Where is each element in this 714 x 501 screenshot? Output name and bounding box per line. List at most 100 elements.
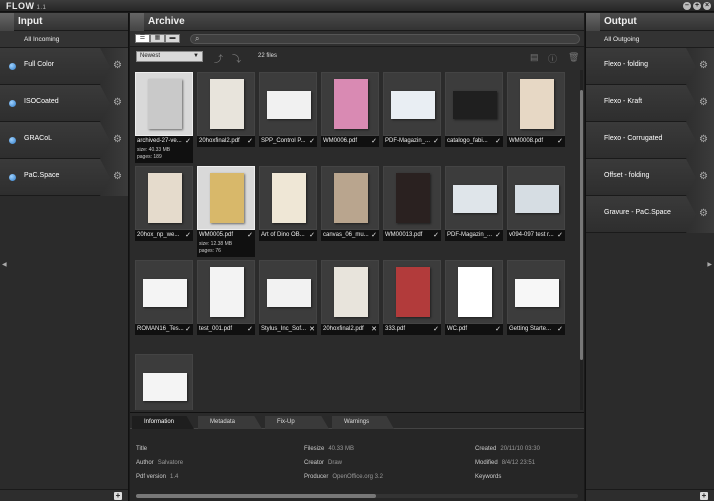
file-tile[interactable]: canvas_06_mu... ✓ (321, 166, 379, 241)
close-icon[interactable]: × (703, 2, 711, 10)
file-thumbnail[interactable] (135, 260, 193, 324)
tab-warnings[interactable]: Warnings (332, 416, 394, 429)
output-collapse-tab[interactable] (586, 13, 600, 31)
search-input[interactable] (205, 35, 575, 43)
input-flow-item[interactable]: PaC.Space ⚙ (0, 159, 128, 196)
file-thumbnail[interactable] (135, 72, 193, 136)
file-thumbnail[interactable] (197, 72, 255, 136)
flow-label: Full Color (24, 61, 54, 68)
file-tile[interactable]: v094-097 test r... ✓ (507, 166, 565, 241)
output-flow-item[interactable]: Flexo - Corrugated ⚙ (586, 122, 714, 159)
gear-icon[interactable]: ⚙ (113, 97, 122, 108)
file-tile[interactable]: ROMAN16_Tes... ✓ (135, 260, 193, 335)
document-preview (334, 79, 368, 129)
file-thumbnail[interactable] (259, 72, 317, 136)
vertical-scrollbar[interactable] (580, 70, 583, 410)
gear-icon[interactable]: ⚙ (699, 97, 708, 108)
file-thumbnail[interactable] (507, 72, 565, 136)
file-thumbnail[interactable] (445, 166, 503, 230)
output-flow-item[interactable]: Offset - folding ⚙ (586, 159, 714, 196)
file-tile[interactable]: WC.pdf ✓ (445, 260, 503, 335)
add-output-flow-button[interactable]: + (700, 492, 708, 500)
file-tile[interactable]: WM0008.pdf ✓ (507, 72, 565, 147)
export-icon[interactable]: ⤴ (214, 52, 223, 65)
output-flow-item[interactable]: Flexo - Kraft ⚙ (586, 85, 714, 122)
file-thumbnail[interactable] (135, 166, 193, 230)
scrollbar-thumb[interactable] (580, 90, 583, 360)
check-icon: ✓ (185, 326, 191, 333)
grid-view-icon[interactable]: ▦ (150, 34, 165, 43)
file-thumbnail[interactable] (135, 354, 193, 410)
file-thumbnail[interactable] (321, 166, 379, 230)
file-tile[interactable]: catalogo_fabi... ✓ (445, 72, 503, 147)
maximize-icon[interactable]: + (693, 2, 701, 10)
file-tile[interactable] (135, 354, 193, 410)
file-thumbnail[interactable] (383, 260, 441, 324)
remove-from-flow-icon[interactable]: ⤵ (232, 52, 241, 65)
file-tile[interactable]: 20hoxfinal2.pdf ✓ (197, 72, 255, 147)
trash-icon[interactable]: 🗑 (568, 52, 579, 63)
file-thumbnail[interactable] (383, 72, 441, 136)
all-incoming-item[interactable]: All Incoming (0, 31, 128, 48)
file-thumbnail[interactable] (321, 260, 379, 324)
file-thumbnail[interactable] (259, 166, 317, 230)
file-tile[interactable]: 20hoxfinal2.pdf ✕ (321, 260, 379, 335)
file-tile[interactable]: Art of Dino OB... ✓ (259, 166, 317, 241)
file-tile[interactable]: Getting Starte... ✓ (507, 260, 565, 335)
field-value: 20/11/10 03:30 (500, 446, 540, 452)
file-tile[interactable]: WM0005.pdf ✓ size: 12.38 MB pages: 76 (197, 166, 255, 257)
gear-icon[interactable]: ⚙ (113, 60, 122, 71)
document-icon[interactable]: ▤ (530, 52, 539, 63)
file-thumbnail[interactable] (321, 72, 379, 136)
tab-metadata[interactable]: Metadata (198, 416, 262, 429)
file-thumbnail[interactable] (197, 260, 255, 324)
file-thumbnail[interactable] (445, 260, 503, 324)
tab-information[interactable]: Information (132, 416, 194, 429)
minimize-icon[interactable]: – (683, 2, 691, 10)
file-thumbnail[interactable] (259, 260, 317, 324)
large-view-icon[interactable]: ▬ (165, 34, 180, 43)
tab-fix-up[interactable]: Fix-Up (265, 416, 329, 429)
gear-icon[interactable]: ⚙ (699, 171, 708, 182)
all-outgoing-item[interactable]: All Outgoing (586, 31, 714, 48)
file-thumbnail[interactable] (507, 260, 565, 324)
file-tile[interactable]: archived-27-ve... ✓ size: 40.33 MB pages: 1… (135, 72, 193, 163)
horizontal-scrollbar[interactable] (136, 494, 578, 498)
output-flow-item[interactable]: Gravure - PaC.Space ⚙ (586, 196, 714, 233)
file-tile[interactable]: 20hox_np_we... ✓ (135, 166, 193, 241)
gear-icon[interactable]: ⚙ (113, 134, 122, 145)
check-icon: ✓ (247, 138, 253, 145)
collapse-left-icon[interactable]: ◀ (2, 261, 7, 268)
file-tile[interactable]: WM00013.pdf ✓ (383, 166, 441, 241)
input-flow-item[interactable]: GRACoL ⚙ (0, 122, 128, 159)
file-thumbnail[interactable] (197, 166, 255, 230)
file-tile[interactable]: Stylus_Inc_Sof... ✕ (259, 260, 317, 335)
list-view-icon[interactable]: ☰ (135, 34, 150, 43)
file-thumbnail[interactable] (507, 166, 565, 230)
file-thumbnail[interactable] (445, 72, 503, 136)
scrollbar-thumb[interactable] (136, 494, 376, 498)
input-collapse-tab[interactable] (0, 13, 14, 31)
file-tile[interactable]: test_001.pdf ✓ (197, 260, 255, 335)
gear-icon[interactable]: ⚙ (699, 60, 708, 71)
input-flow-item[interactable]: ISOCoated ⚙ (0, 85, 128, 122)
gear-icon[interactable]: ⚙ (113, 171, 122, 182)
output-flow-item[interactable]: Flexo - folding ⚙ (586, 48, 714, 85)
collapse-right-icon[interactable]: ▶ (707, 261, 712, 268)
file-name: catalogo_fabi... (447, 138, 488, 144)
file-tile[interactable]: SPP_Control P... ✓ (259, 72, 317, 147)
gear-icon[interactable]: ⚙ (699, 134, 708, 145)
file-caption: 20hoxfinal2.pdf ✓ (197, 136, 255, 147)
input-flow-item[interactable]: Full Color ⚙ (0, 48, 128, 85)
file-tile[interactable]: WM0006.pdf ✓ (321, 72, 379, 147)
gear-icon[interactable]: ⚙ (699, 208, 708, 219)
file-tile[interactable]: PDF-Magazin_... ✓ (383, 72, 441, 147)
sort-select[interactable]: Newest ▼ (136, 51, 203, 62)
info-icon[interactable]: ⓘ (548, 52, 557, 65)
file-tile[interactable]: 333.pdf ✓ (383, 260, 441, 335)
add-input-flow-button[interactable]: + (114, 492, 122, 500)
file-thumbnail[interactable] (383, 166, 441, 230)
file-tile[interactable]: PDF-Magazin_... ✓ (445, 166, 503, 241)
archive-collapse-tab[interactable] (130, 13, 144, 31)
field-key: Keywords (475, 474, 502, 480)
